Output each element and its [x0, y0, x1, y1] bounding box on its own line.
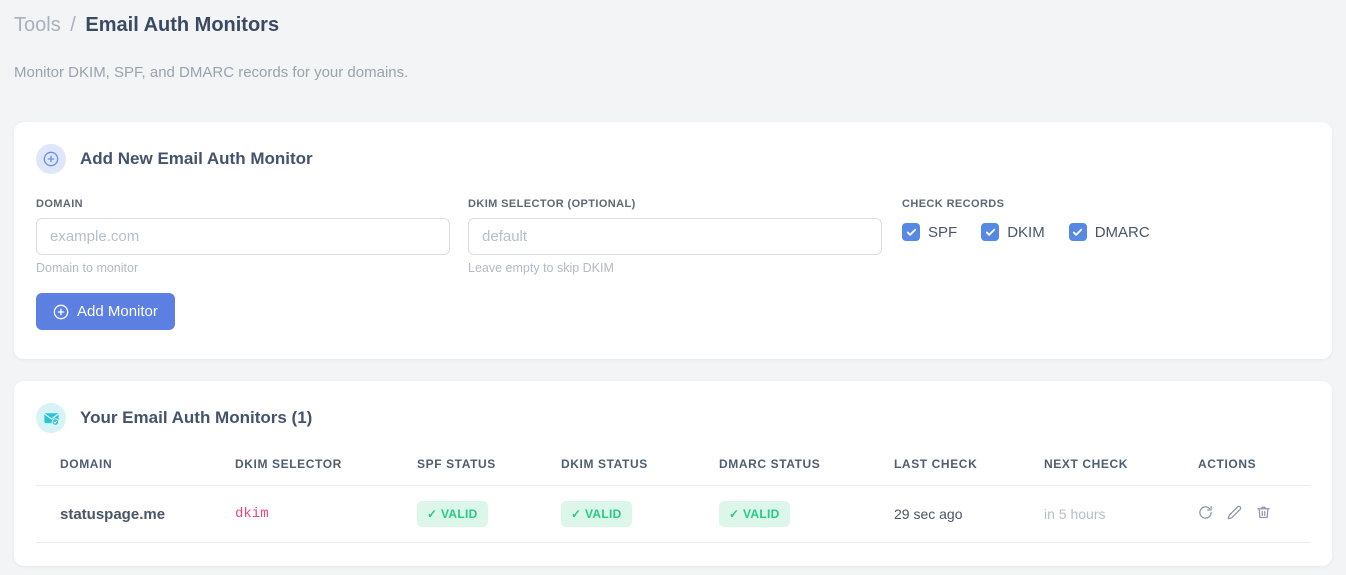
column-header-last-check: LAST CHECK: [870, 447, 1020, 486]
dkim-selector-field-label: DKIM SELECTOR (OPTIONAL): [468, 198, 636, 210]
check-records-label: CHECK RECORDS: [902, 198, 1005, 210]
monitors-list-card-header: Your Email Auth Monitors (1): [36, 403, 1310, 433]
checkbox-check-icon: [1068, 223, 1087, 241]
checkbox-check-icon: [981, 223, 1000, 241]
page-title: Email Auth Monitors: [85, 14, 280, 36]
dkim-selector-field-hint: Leave empty to skip DKIM: [468, 261, 614, 275]
column-header-actions: ACTIONS: [1174, 447, 1310, 486]
monitor-last-check: 29 sec ago: [870, 485, 1020, 543]
dkim-selector-field-group: DKIM SELECTOR (OPTIONAL) Leave empty to …: [468, 198, 882, 275]
edit-icon[interactable]: [1227, 505, 1242, 520]
monitor-domain: statuspage.me: [36, 485, 211, 543]
dmarc-checkbox[interactable]: DMARC: [1068, 223, 1150, 241]
plus-circle-icon: [53, 304, 69, 320]
page-subtitle: Monitor DKIM, SPF, and DMARC records for…: [14, 64, 409, 81]
breadcrumb-tools-link[interactable]: Tools: [14, 14, 61, 36]
add-monitor-button[interactable]: Add Monitor: [36, 293, 175, 330]
add-monitor-card: Add New Email Auth Monitor DOMAIN Domain…: [14, 122, 1332, 359]
domain-input[interactable]: [36, 218, 450, 255]
check-records-group: CHECK RECORDS SPF DKIM DMARC: [902, 198, 1150, 275]
email-auth-monitors-page: Tools / Email Auth Monitors Monitor DKIM…: [0, 0, 1346, 566]
envelope-check-icon: [36, 403, 66, 433]
dkim-selector-input[interactable]: [468, 218, 882, 255]
row-actions: [1198, 505, 1271, 520]
column-header-next-check: NEXT CHECK: [1020, 447, 1174, 486]
add-monitor-card-header: Add New Email Auth Monitor: [36, 144, 1310, 174]
dkim-checkbox-label: DKIM: [1007, 223, 1045, 241]
column-header-domain: DOMAIN: [36, 447, 211, 486]
monitor-next-check: in 5 hours: [1020, 485, 1174, 543]
plus-circle-icon: [36, 144, 66, 174]
dkim-checkbox[interactable]: DKIM: [981, 223, 1045, 241]
monitors-list-card: Your Email Auth Monitors (1) DOMAIN DKIM…: [14, 381, 1332, 566]
monitors-list-card-title: Your Email Auth Monitors (1): [80, 408, 313, 427]
dmarc-checkbox-label: DMARC: [1094, 223, 1150, 241]
column-header-spf-status: SPF STATUS: [393, 447, 537, 486]
dmarc-status-badge: ✓ VALID: [719, 501, 790, 527]
spf-checkbox[interactable]: SPF: [902, 223, 957, 241]
domain-field-hint: Domain to monitor: [36, 261, 139, 275]
monitors-table: DOMAIN DKIM SELECTOR SPF STATUS DKIM STA…: [36, 447, 1310, 543]
delete-icon[interactable]: [1256, 505, 1271, 520]
check-records-options: SPF DKIM DMARC: [902, 223, 1150, 241]
dkim-status-badge: ✓ VALID: [561, 501, 632, 527]
breadcrumb: Tools / Email Auth Monitors: [14, 12, 1332, 38]
table-row: statuspage.me dkim ✓ VALID ✓ VALID ✓ VAL…: [36, 485, 1310, 543]
checkbox-check-icon: [902, 223, 920, 241]
monitor-dkim-selector: dkim: [211, 485, 393, 543]
domain-field-label: DOMAIN: [36, 198, 84, 210]
table-header-row: DOMAIN DKIM SELECTOR SPF STATUS DKIM STA…: [36, 447, 1310, 486]
column-header-dkim-status: DKIM STATUS: [537, 447, 695, 486]
column-header-dkim-selector: DKIM SELECTOR: [211, 447, 393, 486]
add-monitor-button-label: Add Monitor: [77, 303, 158, 320]
refresh-icon[interactable]: [1198, 505, 1213, 520]
add-monitor-card-title: Add New Email Auth Monitor: [80, 149, 313, 168]
column-header-dmarc-status: DMARC STATUS: [695, 447, 870, 486]
spf-checkbox-label: SPF: [928, 223, 958, 241]
spf-status-badge: ✓ VALID: [417, 501, 488, 527]
breadcrumb-separator: /: [70, 14, 76, 36]
add-monitor-form: DOMAIN Domain to monitor DKIM SELECTOR (…: [36, 198, 1310, 275]
domain-field-group: DOMAIN Domain to monitor: [36, 198, 450, 275]
